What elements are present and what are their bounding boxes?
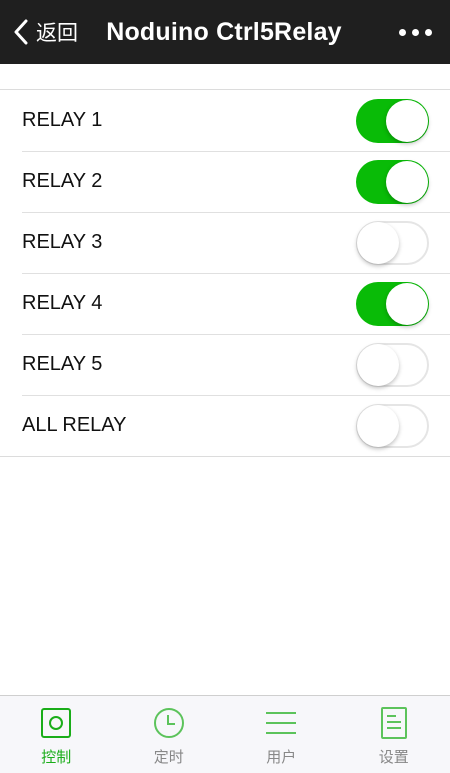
menu-lines-icon: [266, 712, 297, 734]
toggle-knob: [386, 99, 428, 142]
toggle-knob: [357, 343, 399, 386]
tab-label: 用户: [266, 749, 297, 766]
relay-row-3: RELAY 3: [0, 212, 450, 273]
more-dot-icon: [399, 28, 406, 36]
tab-label: 定时: [153, 749, 184, 766]
relay-list: RELAY 1 RELAY 2 RELAY 3 RELAY 4 RELAY 5 …: [0, 89, 450, 457]
all-relay-toggle[interactable]: [356, 403, 429, 448]
toggle-knob: [386, 160, 428, 203]
tab-user[interactable]: 用户: [225, 696, 338, 773]
tab-bar: 控制 定时 用户 设置: [0, 695, 450, 773]
more-dot-icon: [425, 28, 432, 36]
more-options-button[interactable]: [399, 0, 432, 64]
relay-5-toggle[interactable]: [356, 342, 429, 387]
relay-4-toggle[interactable]: [356, 281, 429, 326]
relay-1-toggle[interactable]: [356, 98, 429, 143]
toggle-knob: [357, 404, 399, 447]
relay-row-4: RELAY 4: [0, 273, 450, 334]
relay-label: RELAY 1: [22, 109, 103, 131]
toggle-knob: [357, 221, 399, 264]
settings-doc-icon: [380, 707, 407, 739]
tab-label: 控制: [41, 749, 72, 766]
relay-label: RELAY 5: [22, 353, 103, 375]
relay-row-5: RELAY 5: [0, 334, 450, 395]
relay-label: RELAY 2: [22, 170, 103, 192]
more-dot-icon: [412, 28, 419, 36]
navigation-bar: 返回 Noduino Ctrl5Relay: [0, 0, 450, 64]
relay-2-toggle[interactable]: [356, 159, 429, 204]
control-icon: [41, 708, 72, 738]
clock-icon: [153, 708, 184, 738]
relay-label: RELAY 4: [22, 292, 103, 314]
relay-label: RELAY 3: [22, 231, 103, 253]
relay-row-all: ALL RELAY: [0, 395, 450, 456]
toggle-knob: [386, 282, 428, 325]
relay-label: ALL RELAY: [22, 414, 127, 436]
tab-control[interactable]: 控制: [0, 696, 113, 773]
relay-row-1: RELAY 1: [0, 90, 450, 151]
tab-settings[interactable]: 设置: [338, 696, 450, 773]
relay-row-2: RELAY 2: [0, 151, 450, 212]
page-title: Noduino Ctrl5Relay: [0, 0, 450, 64]
relay-3-toggle[interactable]: [356, 220, 429, 265]
page-title-text: Noduino Ctrl5Relay: [106, 17, 342, 46]
tab-label: 设置: [378, 749, 409, 766]
tab-timer[interactable]: 定时: [113, 696, 226, 773]
